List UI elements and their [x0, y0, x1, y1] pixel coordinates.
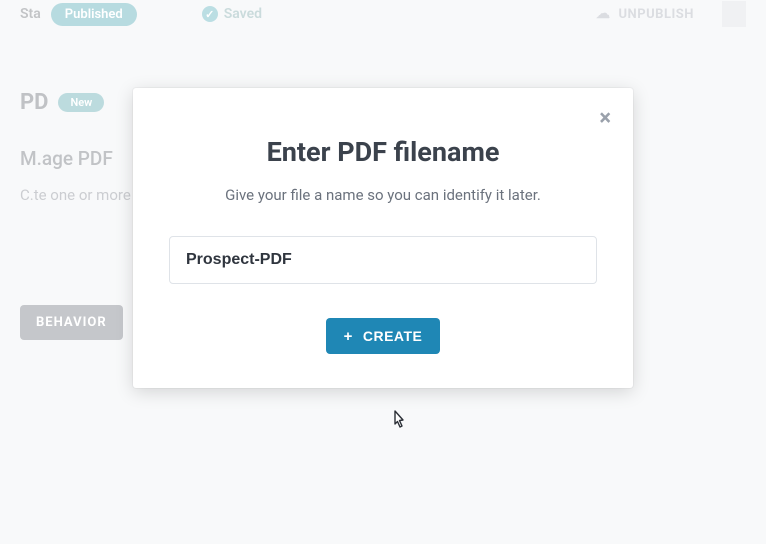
create-button[interactable]: + CREATE — [326, 318, 441, 354]
modal-title: Enter PDF filename — [169, 136, 597, 168]
pdf-filename-modal: × Enter PDF filename Give your file a na… — [133, 88, 633, 388]
close-icon[interactable]: × — [599, 108, 611, 130]
filename-input[interactable] — [169, 236, 597, 284]
plus-icon: + — [344, 329, 353, 344]
modal-overlay: × Enter PDF filename Give your file a na… — [0, 0, 766, 544]
modal-subtitle: Give your file a name so you can identif… — [169, 186, 597, 204]
create-button-label: CREATE — [363, 328, 423, 344]
